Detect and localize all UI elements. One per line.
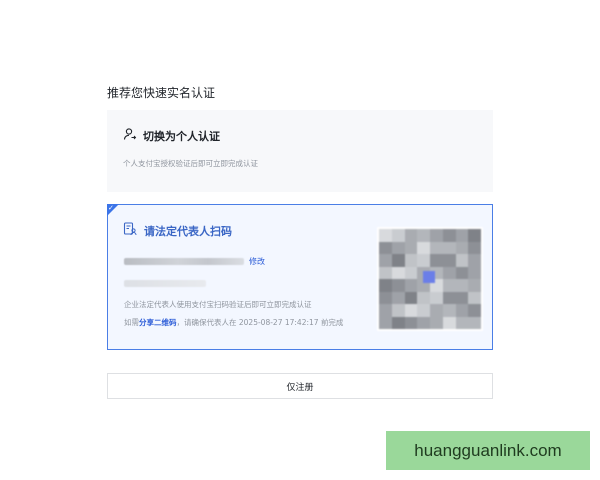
qr-cell [455, 229, 469, 242]
qr-cell [391, 316, 405, 329]
qr-cell [430, 229, 443, 242]
qr-center-logo [423, 271, 435, 283]
qr-cell [404, 279, 418, 292]
qr-cell [430, 304, 443, 317]
qr-cell [468, 291, 481, 304]
qr-cell [468, 254, 481, 267]
qr-cell [417, 291, 430, 304]
qr-cell [404, 229, 418, 242]
qr-cell [430, 291, 443, 304]
qr-cell [417, 316, 430, 329]
page-title: 推荐您快速实名认证 [107, 86, 216, 100]
qr-cell [404, 304, 418, 317]
qr-cell [417, 241, 430, 254]
qr-cell [379, 279, 392, 292]
qr-cell [442, 241, 456, 254]
register-only-button[interactable]: 仅注册 [107, 373, 493, 399]
qr-cell [379, 266, 392, 279]
deadline-prefix: 如需 [124, 318, 139, 327]
qr-cell [404, 254, 418, 267]
check-icon: ✓ [108, 204, 114, 212]
qr-cell [468, 279, 481, 292]
blurred-rep-info [124, 280, 206, 287]
qr-cell [455, 304, 469, 317]
qr-cell [442, 291, 456, 304]
qr-cell [404, 316, 418, 329]
personal-auth-title: 切换为个人认证 [143, 130, 220, 143]
edit-link[interactable]: 修改 [249, 256, 265, 267]
blurred-company-info [124, 258, 244, 265]
qr-cell [379, 229, 392, 242]
legal-rep-title: 请法定代表人扫码 [144, 225, 232, 238]
qr-cell [391, 241, 405, 254]
qr-cell [468, 229, 481, 242]
qr-cell [379, 316, 392, 329]
qr-cell [442, 229, 456, 242]
qr-cell [379, 291, 392, 304]
watermark: huangguanlink.com [386, 431, 590, 470]
qr-code-icon [377, 227, 483, 331]
qr-cell [404, 241, 418, 254]
personal-auth-option[interactable]: 切换为个人认证 个人支付宝授权验证后即可立即完成认证 [107, 110, 493, 192]
qr-cell [442, 254, 456, 267]
qr-cell [391, 291, 405, 304]
qr-cell [442, 316, 456, 329]
qr-cell [379, 254, 392, 267]
qr-cell [455, 316, 469, 329]
qr-cell [430, 254, 443, 267]
qr-cell [442, 266, 456, 279]
qr-cell [379, 304, 392, 317]
deadline-mid: ，请确保代表人在 [176, 318, 237, 327]
deadline-suffix: 前完成 [320, 318, 344, 327]
qr-cell [468, 241, 481, 254]
qr-cell [391, 266, 405, 279]
person-switch-icon [123, 128, 137, 140]
qr-cell [391, 254, 405, 267]
qr-cell [455, 291, 469, 304]
qr-cell [468, 316, 481, 329]
qr-cell [391, 304, 405, 317]
qr-cell [455, 279, 469, 292]
qr-cell [404, 291, 418, 304]
share-deadline-text: 如需分享二维码，请确保代表人在 2025-08-27 17:42:17 前完成 [124, 317, 343, 328]
qr-cell [417, 229, 430, 242]
qr-cell [455, 266, 469, 279]
qr-cell [455, 254, 469, 267]
qr-cell [468, 266, 481, 279]
qr-cell [468, 304, 481, 317]
qr-cell [379, 241, 392, 254]
qr-cell [430, 316, 443, 329]
qr-cell [404, 266, 418, 279]
qr-cell [455, 241, 469, 254]
qr-cell [417, 304, 430, 317]
legal-rep-auth-option[interactable]: ✓ 请法定代表人扫码 修改 企业法定代表人使用支付宝扫码验证后即可立即完成认证 … [107, 204, 493, 350]
qr-cell [442, 279, 456, 292]
qr-cell [417, 254, 430, 267]
share-qr-link[interactable]: 分享二维码 [139, 318, 177, 327]
qr-cell [391, 279, 405, 292]
qr-cell [430, 241, 443, 254]
document-person-icon [123, 222, 137, 236]
deadline-time: 2025-08-27 17:42:17 [238, 318, 319, 327]
legal-rep-description: 企业法定代表人使用支付宝扫码验证后即可立即完成认证 [124, 300, 312, 309]
qr-cell [442, 304, 456, 317]
qr-cell [391, 229, 405, 242]
personal-auth-description: 个人支付宝授权验证后即可立即完成认证 [123, 159, 258, 168]
